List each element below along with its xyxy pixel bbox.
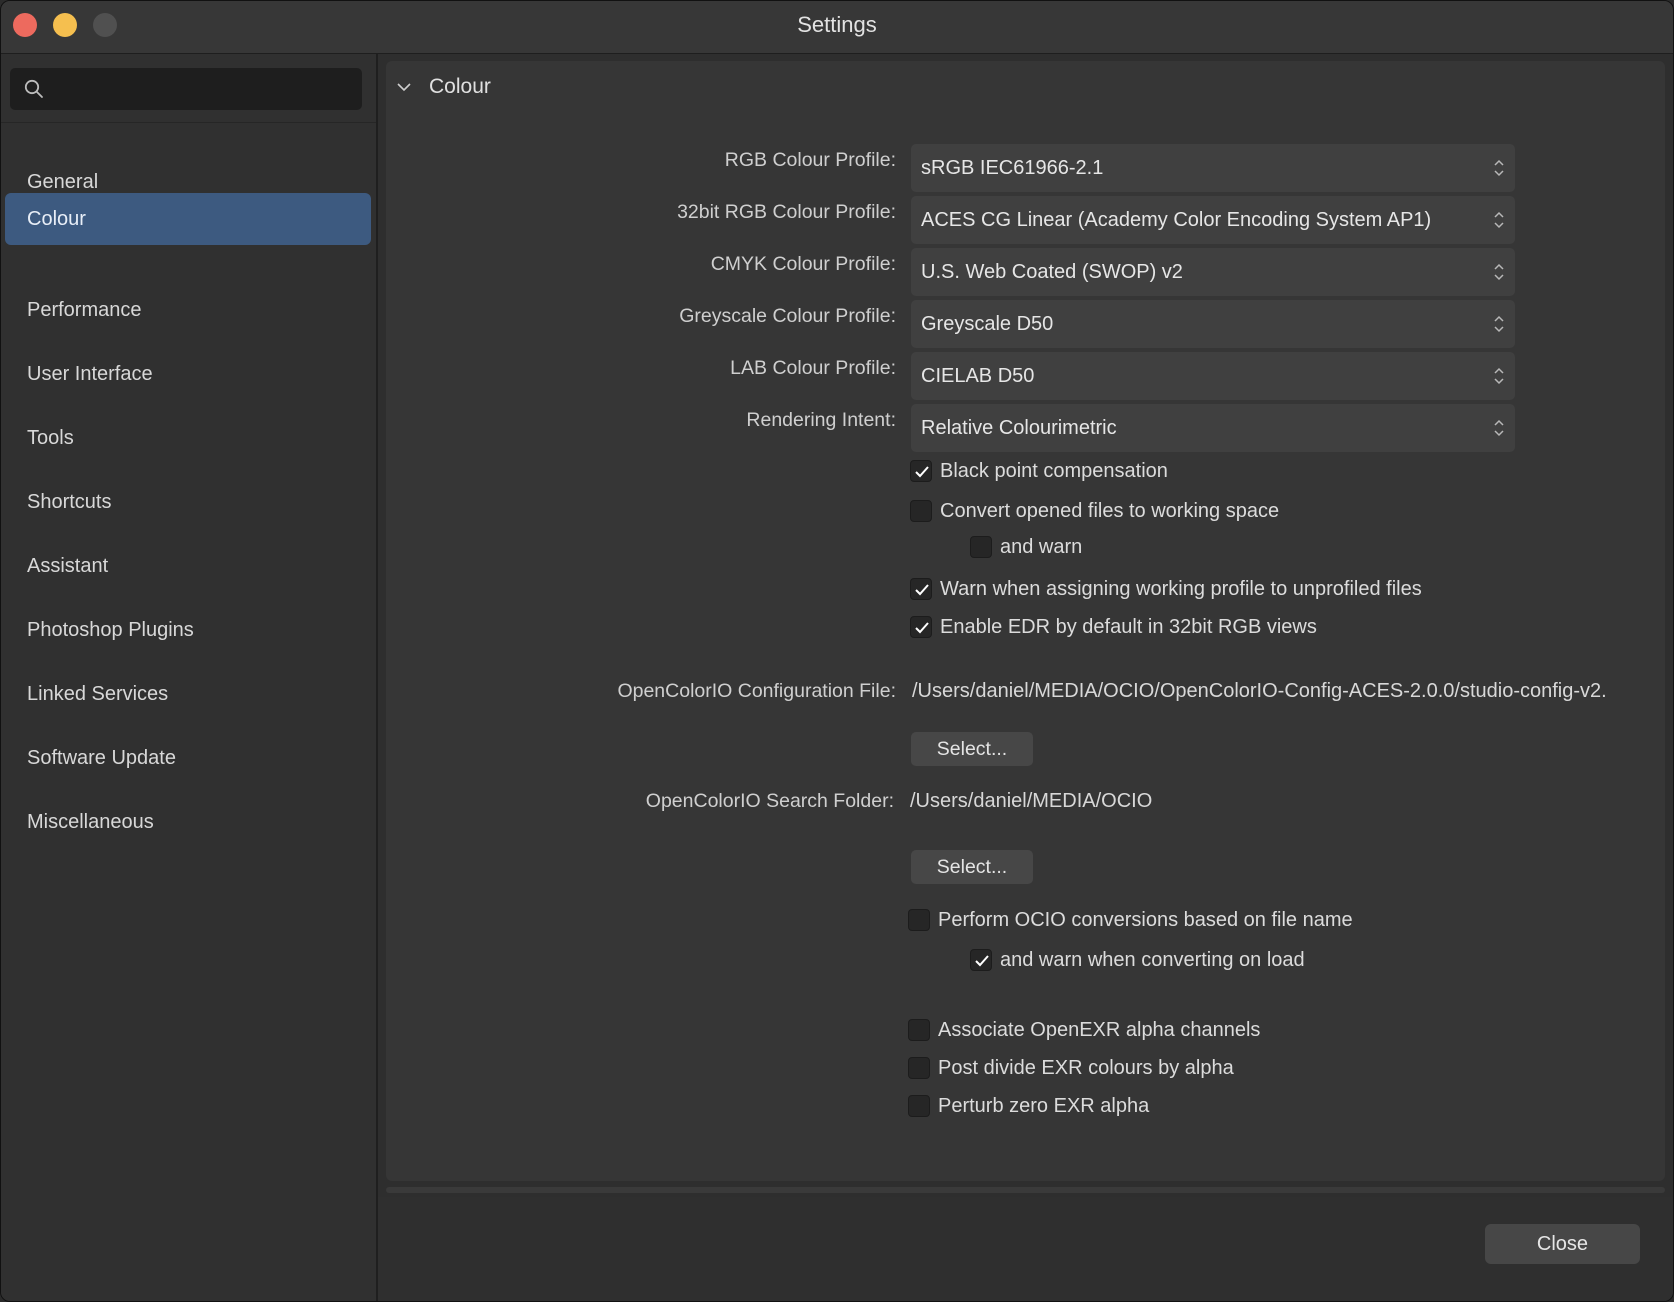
up-down-chevron-icon — [1494, 263, 1504, 281]
checkmark-icon — [975, 955, 989, 967]
checkbox-box — [910, 500, 932, 522]
close-button[interactable]: Close — [1485, 1224, 1640, 1264]
checkbox-box — [908, 909, 930, 931]
up-down-chevron-icon — [1494, 419, 1504, 437]
rendering-intent-select[interactable]: Relative Colourimetric — [911, 404, 1515, 452]
section-title: Colour — [429, 75, 491, 98]
search-input[interactable] — [10, 68, 362, 110]
checkbox-box — [910, 578, 932, 600]
rgb-profile-row: RGB Colour Profile: — [386, 149, 896, 179]
greyscale-profile-select[interactable]: Greyscale D50 — [911, 300, 1515, 348]
sidebar-item-assistant[interactable]: Assistant — [5, 540, 371, 592]
checkbox-box — [970, 536, 992, 558]
checkmark-icon — [915, 622, 929, 634]
content-scroll-edge — [386, 1187, 1665, 1193]
associate-openexr-alpha-label: Associate OpenEXR alpha channels — [938, 1019, 1261, 1041]
chevron-down-icon — [397, 83, 411, 92]
convert-opened-files-label: Convert opened files to working space — [940, 500, 1280, 522]
up-down-chevron-icon — [1494, 211, 1504, 229]
select-ocio-folder-button[interactable]: Select... — [911, 850, 1033, 884]
sidebar-item-shortcuts[interactable]: Shortcuts — [5, 476, 371, 528]
ocio-folder-path: /Users/daniel/MEDIA/OCIO — [910, 790, 1153, 812]
checkbox-box — [910, 616, 932, 638]
rendering-intent-value: Relative Colourimetric — [921, 417, 1117, 439]
up-down-chevron-icon — [1494, 367, 1504, 385]
footer-bar: Close — [378, 1197, 1673, 1301]
lab-profile-label: LAB Colour Profile: — [730, 357, 896, 379]
settings-content-panel: Colour RGB Colour Profile: sRGB IEC61966… — [386, 61, 1665, 1181]
greyscale-profile-value: Greyscale D50 — [921, 313, 1054, 335]
enable-edr-label: Enable EDR by default in 32bit RGB views — [940, 616, 1317, 638]
checkbox-box — [970, 949, 992, 971]
rgb32-profile-value: ACES CG Linear (Academy Color Encoding S… — [921, 209, 1432, 231]
ocio-config-label: OpenColorIO Configuration File: — [617, 680, 896, 702]
cmyk-profile-label: CMYK Colour Profile: — [710, 253, 896, 275]
select-ocio-config-button[interactable]: Select... — [911, 732, 1033, 766]
checkmark-icon — [915, 584, 929, 596]
rendering-intent-label: Rendering Intent: — [746, 409, 896, 431]
ocio-folder-row: OpenColorIO Search Folder: — [386, 790, 896, 820]
and-warn-label: and warn — [1000, 536, 1083, 558]
sidebar-divider — [1, 122, 376, 123]
greyscale-profile-label: Greyscale Colour Profile: — [679, 305, 896, 327]
rendering-intent-row: Rendering Intent: — [386, 409, 896, 439]
sidebar-item-software-update[interactable]: Software Update — [5, 732, 371, 784]
lab-profile-row: LAB Colour Profile: — [386, 357, 896, 387]
checkbox-box — [908, 1019, 930, 1041]
perturb-zero-exr-alpha-label: Perturb zero EXR alpha — [938, 1095, 1150, 1117]
ocio-config-path: /Users/daniel/MEDIA/OCIO/OpenColorIO-Con… — [912, 680, 1607, 702]
warn-converting-on-load-label: and warn when converting on load — [1000, 949, 1305, 971]
up-down-chevron-icon — [1494, 159, 1504, 177]
rgb32-profile-label: 32bit RGB Colour Profile: — [677, 201, 896, 223]
post-divide-exr-label: Post divide EXR colours by alpha — [938, 1057, 1234, 1079]
black-point-compensation-label: Black point compensation — [940, 460, 1168, 482]
sidebar-item-photoshop-plugins[interactable]: Photoshop Plugins — [5, 604, 371, 656]
ocio-folder-label: OpenColorIO Search Folder: — [645, 790, 894, 812]
cmyk-profile-value: U.S. Web Coated (SWOP) v2 — [921, 261, 1183, 283]
checkbox-box — [908, 1095, 930, 1117]
rgb-profile-value: sRGB IEC61966-2.1 — [921, 157, 1104, 179]
cmyk-profile-select[interactable]: U.S. Web Coated (SWOP) v2 — [911, 248, 1515, 296]
settings-window: Settings General Colour Performance User… — [0, 0, 1674, 1302]
title-bar: Settings — [1, 1, 1673, 54]
warn-assigning-profile-label: Warn when assigning working profile to u… — [940, 578, 1422, 600]
up-down-chevron-icon — [1494, 315, 1504, 333]
checkmark-icon — [915, 466, 929, 478]
rgb32-profile-select[interactable]: ACES CG Linear (Academy Color Encoding S… — [911, 196, 1515, 244]
rgb-profile-select[interactable]: sRGB IEC61966-2.1 — [911, 144, 1515, 192]
lab-profile-select[interactable]: CIELAB D50 — [911, 352, 1515, 400]
rgb-profile-label: RGB Colour Profile: — [724, 149, 896, 171]
ocio-config-row: OpenColorIO Configuration File: — [386, 680, 896, 710]
checkbox-box — [908, 1057, 930, 1079]
checkbox-box — [910, 460, 932, 482]
sidebar: General Colour Performance User Interfac… — [1, 54, 378, 1301]
search-icon — [24, 79, 43, 98]
lab-profile-value: CIELAB D50 — [921, 365, 1035, 387]
cmyk-profile-row: CMYK Colour Profile: — [386, 253, 896, 283]
rgb32-profile-row: 32bit RGB Colour Profile: — [386, 201, 896, 231]
perform-ocio-conversions-label: Perform OCIO conversions based on file n… — [938, 909, 1353, 931]
greyscale-profile-row: Greyscale Colour Profile: — [386, 305, 896, 335]
window-title: Settings — [797, 12, 877, 37]
